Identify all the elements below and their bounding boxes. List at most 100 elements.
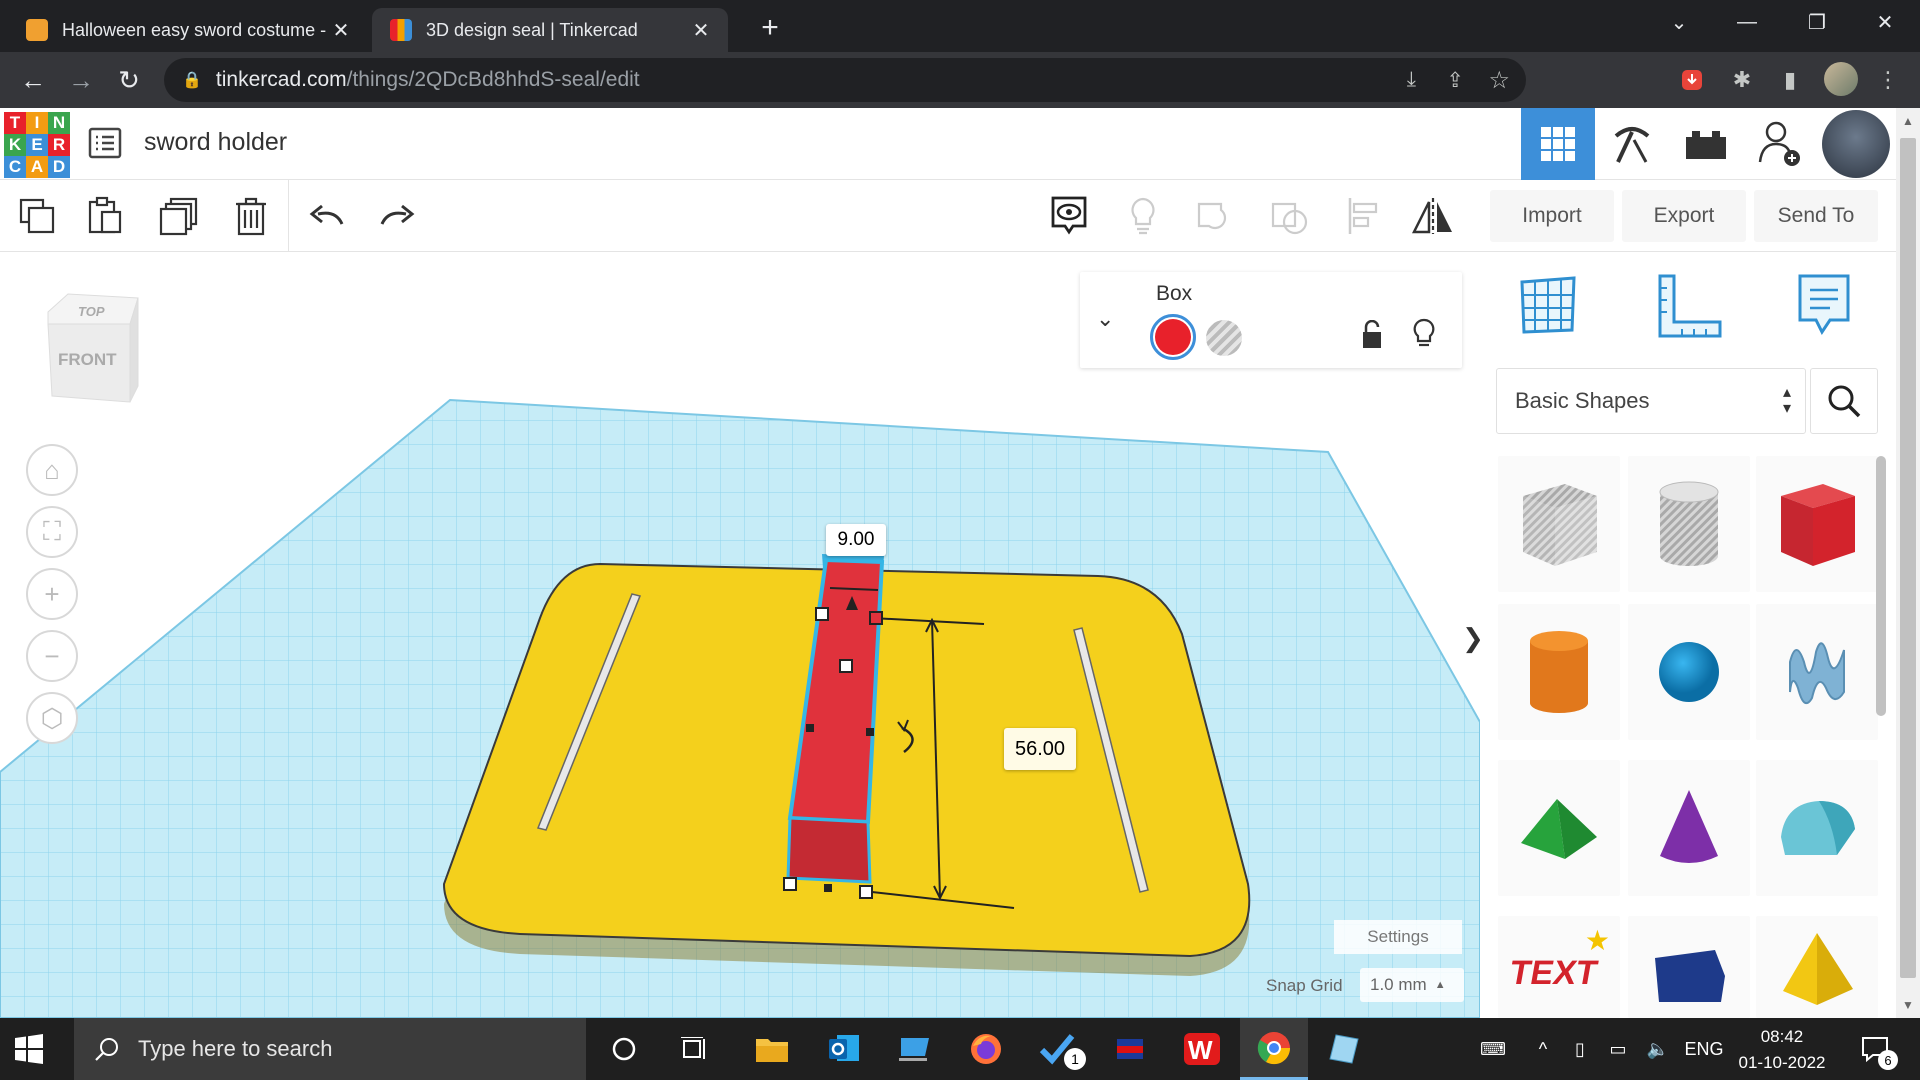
device-icon[interactable]: ▯ — [1562, 1018, 1598, 1080]
visibility-bulb-icon[interactable] — [1412, 318, 1436, 355]
windows-start-icon[interactable] — [14, 1034, 44, 1069]
share-icon[interactable]: ⇪ — [1446, 68, 1464, 93]
zoom-out-icon[interactable]: − — [26, 630, 78, 682]
page-scroll-thumb[interactable] — [1900, 138, 1916, 978]
mirror-flip-icon[interactable] — [1404, 190, 1462, 242]
shape-cylinder-hole[interactable] — [1628, 456, 1750, 592]
3d-design-view-button[interactable] — [1521, 108, 1595, 180]
scroll-up-icon[interactable]: ▲ — [1902, 114, 1914, 128]
blocks-pickaxe-button[interactable] — [1595, 108, 1669, 180]
wps-office-icon[interactable]: W — [1168, 1018, 1236, 1080]
language-indicator[interactable]: ENG — [1678, 1018, 1730, 1080]
minimize-icon[interactable]: — — [1712, 0, 1782, 44]
battery-icon[interactable]: ▭ — [1600, 1018, 1636, 1080]
length-value-label[interactable]: 56.00 — [1004, 728, 1076, 770]
reload-icon[interactable]: ↻ — [106, 52, 152, 108]
shape-roof[interactable] — [1498, 760, 1620, 896]
collapse-inspector-icon[interactable]: ⌄ — [1096, 306, 1114, 332]
tasks-checkmark-icon[interactable]: 1 — [1024, 1018, 1092, 1080]
paste-icon[interactable] — [76, 190, 134, 242]
shape-category-select[interactable]: Basic Shapes ▴ ▾ — [1496, 368, 1806, 434]
notepad-app-icon[interactable] — [1310, 1018, 1378, 1080]
send-to-button[interactable]: Send To — [1754, 190, 1878, 242]
copy-icon[interactable] — [8, 190, 66, 242]
duplicate-icon[interactable] — [150, 190, 208, 242]
shape-cone[interactable] — [1628, 760, 1750, 896]
user-avatar[interactable] — [1822, 110, 1890, 178]
shape-pyramid[interactable] — [1756, 916, 1878, 1018]
shape-box[interactable] — [1756, 456, 1878, 592]
outlook-icon[interactable] — [810, 1018, 878, 1080]
firefox-icon[interactable] — [952, 1018, 1020, 1080]
editor-toolbar: Import Export Send To — [0, 180, 1896, 252]
file-explorer-icon[interactable] — [738, 1018, 806, 1080]
zoom-in-icon[interactable]: + — [26, 568, 78, 620]
delete-trash-icon[interactable] — [222, 190, 280, 242]
shape-round-roof[interactable] — [1756, 760, 1878, 896]
side-panel-icon[interactable]: ▮ — [1774, 64, 1806, 96]
shape-text[interactable]: TEXT ★ — [1498, 916, 1620, 1018]
bricks-button[interactable] — [1669, 108, 1743, 180]
notes-eye-icon[interactable] — [1040, 190, 1098, 242]
back-icon[interactable]: ← — [10, 52, 56, 108]
bookmark-star-icon[interactable]: ☆ — [1488, 66, 1510, 95]
chrome-taskbar-icon[interactable] — [1240, 1018, 1308, 1080]
keyboard-icon[interactable]: ⌨ — [1470, 1018, 1516, 1080]
view-cube[interactable]: TOP FRONT — [38, 290, 142, 410]
shapes-scrollbar[interactable] — [1876, 456, 1886, 716]
redo-icon[interactable] — [368, 190, 426, 242]
lock-icon[interactable] — [1360, 319, 1384, 355]
pc-icon[interactable] — [880, 1018, 948, 1080]
chrome-menu-icon[interactable]: ⋮ — [1872, 64, 1904, 96]
notification-center-icon[interactable]: 6 — [1850, 1018, 1900, 1080]
taskbar-search-box[interactable]: Type here to search — [74, 1018, 586, 1080]
tab-search-icon[interactable]: ⌄ — [1644, 0, 1714, 44]
clock[interactable]: 08:42 01-10-2022 — [1734, 1024, 1830, 1076]
notes-tool-icon[interactable] — [1796, 272, 1852, 343]
tab-halloween[interactable]: Halloween easy sword costume - ✕ — [8, 8, 368, 52]
workplane-tool-icon[interactable] — [1516, 272, 1580, 341]
close-tab-icon[interactable]: ✕ — [330, 18, 352, 43]
export-button[interactable]: Export — [1622, 190, 1746, 242]
shape-polygon[interactable] — [1628, 916, 1750, 1018]
invite-user-button[interactable] — [1743, 108, 1817, 180]
forward-icon[interactable]: → — [58, 52, 104, 108]
hole-button[interactable] — [1206, 320, 1242, 356]
extension-red-icon[interactable] — [1676, 64, 1708, 96]
close-window-icon[interactable]: ✕ — [1850, 0, 1920, 44]
design-title[interactable]: sword holder — [144, 128, 287, 157]
design-list-icon[interactable] — [88, 126, 122, 165]
collapse-panel-arrow[interactable]: ❯ — [1462, 602, 1480, 674]
perspective-cube-icon[interactable]: ⬡ — [26, 692, 78, 744]
new-tab-button[interactable]: + — [750, 8, 790, 48]
flag-app-icon[interactable] — [1096, 1018, 1164, 1080]
shape-box-hole[interactable] — [1498, 456, 1620, 592]
shape-scribble[interactable] — [1756, 604, 1878, 740]
width-value-label[interactable]: 9.00 — [826, 524, 886, 556]
scroll-down-icon[interactable]: ▼ — [1902, 998, 1914, 1012]
ruler-tool-icon[interactable] — [1656, 272, 1724, 345]
task-view-icon[interactable] — [660, 1018, 728, 1080]
shape-search-button[interactable] — [1810, 368, 1878, 434]
undo-icon[interactable] — [298, 190, 356, 242]
install-app-icon[interactable]: ⤓ — [1407, 68, 1416, 92]
snap-grid-select[interactable]: 1.0 mm ▲ — [1360, 968, 1464, 1002]
close-tab-icon[interactable]: ✕ — [690, 18, 712, 43]
address-bar[interactable]: 🔒 tinkercad.com/things/2QDcBd8hhdS-seal/… — [164, 58, 1526, 102]
import-button[interactable]: Import — [1490, 190, 1614, 242]
extensions-puzzle-icon[interactable]: ✱ — [1726, 64, 1758, 96]
show-hidden-icons[interactable]: ^ — [1528, 1018, 1558, 1080]
fit-view-icon[interactable]: ⛶ — [26, 506, 78, 558]
page-scrollbar[interactable]: ▲ ▼ — [1896, 108, 1920, 1018]
restore-icon[interactable]: ❐ — [1782, 0, 1852, 44]
cortana-icon[interactable] — [590, 1018, 658, 1080]
home-view-icon[interactable]: ⌂ — [26, 444, 78, 496]
tinkercad-logo[interactable]: T I N K E R C A D — [4, 112, 70, 178]
profile-avatar[interactable] — [1824, 62, 1858, 96]
settings-button[interactable]: Settings — [1334, 920, 1462, 954]
shape-sphere[interactable] — [1628, 604, 1750, 740]
volume-icon[interactable]: 🔈 — [1640, 1018, 1676, 1080]
shape-cylinder[interactable] — [1498, 604, 1620, 740]
tab-tinkercad[interactable]: 3D design seal | Tinkercad ✕ — [372, 8, 728, 52]
solid-color-button[interactable] — [1150, 314, 1196, 360]
